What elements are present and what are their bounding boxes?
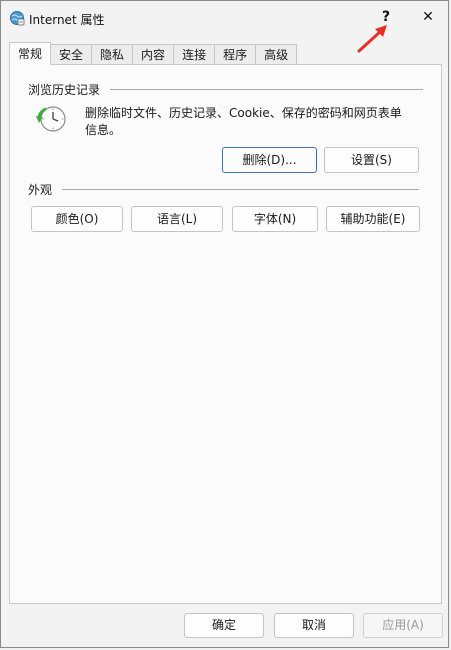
clock-refresh-icon <box>36 103 68 135</box>
tab-privacy[interactable]: 隐私 <box>91 44 134 64</box>
history-settings-button[interactable]: 设置(S) <box>324 147 419 173</box>
accessibility-button[interactable]: 辅助功能(E) <box>326 206 420 232</box>
delete-history-button[interactable]: 删除(D)... <box>222 147 317 173</box>
appearance-group-label: 外观 <box>28 183 53 197</box>
window-title: Internet 属性 <box>29 13 105 27</box>
title-bar: Internet 属性 ? ✕ <box>1 1 448 53</box>
tab-advanced[interactable]: 高级 <box>255 44 298 64</box>
annotation-arrow-icon <box>357 25 387 53</box>
cancel-button[interactable]: 取消 <box>274 613 354 638</box>
internet-properties-window: Internet 属性 ? ✕ 常规 安全 隐私 内容 连接 程序 高级 浏览历… <box>0 0 449 648</box>
history-description: 删除临时文件、历史记录、Cookie、保存的密码和网页表单信息。 <box>85 106 402 137</box>
appearance-divider <box>62 189 419 190</box>
tab-content[interactable]: 内容 <box>132 44 175 64</box>
close-icon: ✕ <box>422 9 434 25</box>
tab-strip: 常规 安全 隐私 内容 连接 程序 高级 <box>9 42 298 65</box>
internet-options-icon <box>9 10 25 26</box>
general-tab-panel: 浏览历史记录 删除临时文件、历史记录、Cookie、保存的密码和网页表单信息。 … <box>9 64 442 604</box>
tab-programs[interactable]: 程序 <box>214 44 257 64</box>
history-group-label: 浏览历史记录 <box>28 83 101 97</box>
apply-button[interactable]: 应用(A) <box>363 613 443 638</box>
tab-general[interactable]: 常规 <box>9 42 52 65</box>
languages-button[interactable]: 语言(L) <box>131 206 223 232</box>
colors-button[interactable]: 颜色(O) <box>31 206 123 232</box>
close-button[interactable]: ✕ <box>411 3 445 31</box>
fonts-button[interactable]: 字体(N) <box>232 206 318 232</box>
history-divider <box>110 89 423 90</box>
tab-security[interactable]: 安全 <box>50 44 93 64</box>
tab-connections[interactable]: 连接 <box>173 44 216 64</box>
ok-button[interactable]: 确定 <box>184 613 264 638</box>
